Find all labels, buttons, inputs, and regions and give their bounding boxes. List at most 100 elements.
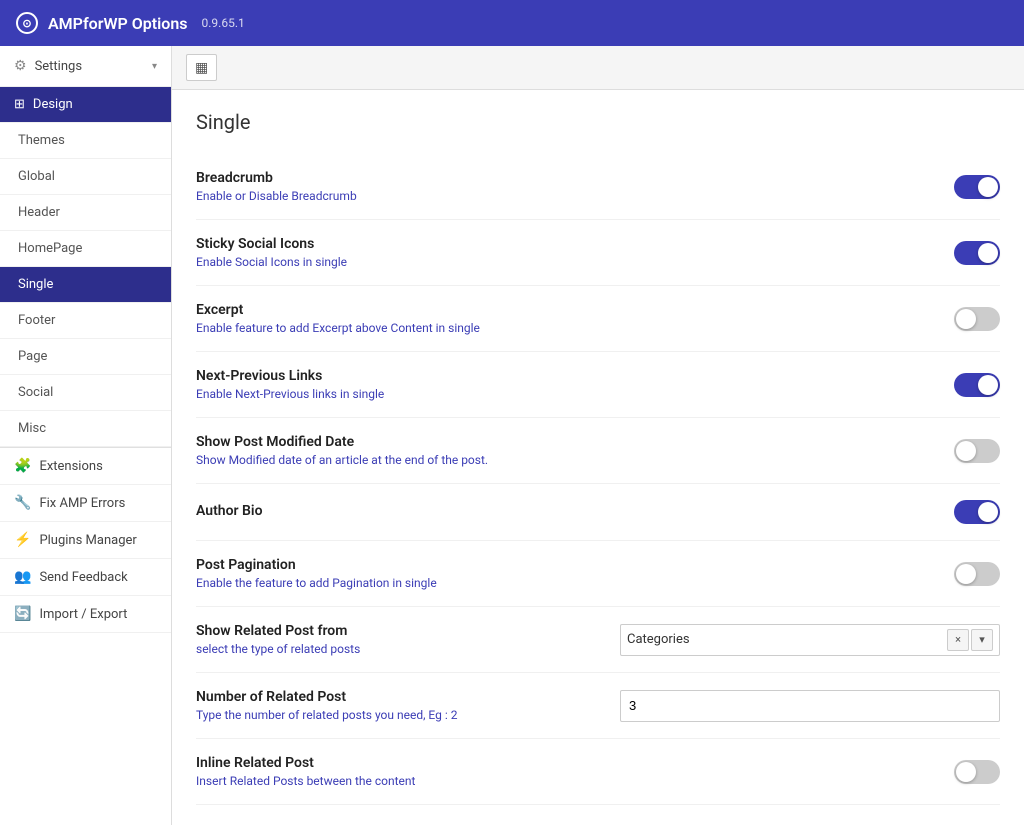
setting-label-post-pagination: Post Pagination <box>196 557 437 573</box>
logo-icon: ⊙ <box>16 12 38 34</box>
toggle-knob-breadcrumb <box>978 177 998 197</box>
setting-info-post-pagination: Post Pagination Enable the feature to add… <box>196 557 437 590</box>
setting-row-show-post-modified-date: Show Post Modified Date Show Modified dat… <box>196 418 1000 484</box>
toggle-excerpt[interactable] <box>954 307 1000 331</box>
sidebar-item-single[interactable]: Single <box>0 267 171 303</box>
setting-control-show-related-post-from[interactable]: Categories×▾ <box>620 624 1000 656</box>
toggle-slider-excerpt[interactable] <box>954 307 1000 331</box>
content-inner: Single BreadcrumbEnable or Disable Bread… <box>172 90 1024 825</box>
sidebar-item-send-feedback[interactable]: 👥Send Feedback <box>0 559 171 596</box>
toggle-knob-show-post-modified-date <box>956 441 976 461</box>
toggle-show-post-modified-date[interactable] <box>954 439 1000 463</box>
select-value-show-related-post-from: Categories <box>627 632 947 647</box>
grid-icon: ▦ <box>195 59 208 75</box>
setting-desc-post-pagination: Enable the feature to add Pagination in … <box>196 576 437 590</box>
grid-view-button[interactable]: ▦ <box>186 54 217 81</box>
sidebar-item-themes[interactable]: Themes <box>0 123 171 159</box>
sidebar-item-page[interactable]: Page <box>0 339 171 375</box>
setting-row-number-of-related-post: Number of Related Post Type the number of… <box>196 673 1000 739</box>
toggle-knob-post-pagination <box>956 564 976 584</box>
setting-desc-excerpt: Enable feature to add Excerpt above Cont… <box>196 321 480 335</box>
content-area: ▦ Single BreadcrumbEnable or Disable Bre… <box>172 46 1024 825</box>
sidebar-settings-header[interactable]: ⚙ Settings ▾ <box>0 46 171 87</box>
setting-control-excerpt[interactable] <box>954 307 1000 331</box>
toggle-slider-show-post-modified-date[interactable] <box>954 439 1000 463</box>
toggle-knob-excerpt <box>956 309 976 329</box>
setting-info-next-previous-links: Next-Previous LinksEnable Next-Previous … <box>196 368 384 401</box>
setting-control-show-post-modified-date[interactable] <box>954 439 1000 463</box>
setting-label-number-of-related-post: Number of Related Post <box>196 689 457 705</box>
number-input-number-of-related-post[interactable] <box>620 690 1000 722</box>
toggle-inline-related-post[interactable] <box>954 760 1000 784</box>
setting-info-author-bio: Author Bio <box>196 503 263 522</box>
toggle-knob-author-bio <box>978 502 998 522</box>
setting-info-breadcrumb: BreadcrumbEnable or Disable Breadcrumb <box>196 170 357 203</box>
toggle-post-pagination[interactable] <box>954 562 1000 586</box>
setting-label-show-related-post-from: Show Related Post from <box>196 623 360 639</box>
sidebar-design-label: Design <box>33 97 73 112</box>
setting-info-show-post-modified-date: Show Post Modified Date Show Modified dat… <box>196 434 488 467</box>
setting-info-inline-related-post: Inline Related PostInsert Related Posts … <box>196 755 415 788</box>
toggle-sticky-social-icons[interactable] <box>954 241 1000 265</box>
settings-icon: ⚙ <box>14 58 27 74</box>
setting-label-next-previous-links: Next-Previous Links <box>196 368 384 384</box>
version-label: 0.9.65.1 <box>202 16 245 30</box>
page-title: Single <box>196 110 1000 134</box>
setting-row-author-bio: Author Bio <box>196 484 1000 541</box>
setting-desc-number-of-related-post: Type the number of related posts you nee… <box>196 708 457 722</box>
setting-row-inline-related-post: Inline Related PostInsert Related Posts … <box>196 739 1000 805</box>
content-toolbar: ▦ <box>172 46 1024 90</box>
select-clear-show-related-post-from[interactable]: × <box>947 629 969 651</box>
toggle-slider-author-bio[interactable] <box>954 500 1000 524</box>
import-export-icon: 🔄 <box>14 606 31 622</box>
setting-row-post-pagination: Post Pagination Enable the feature to add… <box>196 541 1000 607</box>
sidebar-item-homepage[interactable]: HomePage <box>0 231 171 267</box>
design-icon: ⊞ <box>14 97 25 112</box>
toggle-slider-sticky-social-icons[interactable] <box>954 241 1000 265</box>
sidebar-item-header[interactable]: Header <box>0 195 171 231</box>
setting-control-number-of-related-post[interactable] <box>620 690 1000 722</box>
setting-control-author-bio[interactable] <box>954 500 1000 524</box>
toggle-next-previous-links[interactable] <box>954 373 1000 397</box>
sidebar-item-footer[interactable]: Footer <box>0 303 171 339</box>
setting-label-sticky-social-icons: Sticky Social Icons <box>196 236 347 252</box>
setting-control-breadcrumb[interactable] <box>954 175 1000 199</box>
toggle-slider-next-previous-links[interactable] <box>954 373 1000 397</box>
sidebar-item-extensions[interactable]: 🧩Extensions <box>0 448 171 485</box>
setting-label-author-bio: Author Bio <box>196 503 263 519</box>
setting-label-excerpt: Excerpt <box>196 302 480 318</box>
setting-desc-show-post-modified-date: Show Modified date of an article at the … <box>196 453 488 467</box>
toggle-knob-inline-related-post <box>956 762 976 782</box>
sidebar-item-fix-amp-errors[interactable]: 🔧Fix AMP Errors <box>0 485 171 522</box>
toggle-breadcrumb[interactable] <box>954 175 1000 199</box>
toggle-slider-breadcrumb[interactable] <box>954 175 1000 199</box>
sidebar-settings-label: Settings <box>35 59 82 74</box>
setting-control-sticky-social-icons[interactable] <box>954 241 1000 265</box>
setting-desc-breadcrumb: Enable or Disable Breadcrumb <box>196 189 357 203</box>
setting-control-inline-related-post[interactable] <box>954 760 1000 784</box>
main-layout: ⚙ Settings ▾ ⊞ Design ThemesGlobalHeader… <box>0 46 1024 825</box>
send-feedback-icon: 👥 <box>14 569 31 585</box>
setting-row-next-previous-links: Next-Previous LinksEnable Next-Previous … <box>196 352 1000 418</box>
setting-info-show-related-post-from: Show Related Post fromselect the type of… <box>196 623 360 656</box>
sidebar-item-import-export[interactable]: 🔄Import / Export <box>0 596 171 633</box>
sidebar-item-design[interactable]: ⊞ Design <box>0 87 171 123</box>
setting-label-show-post-modified-date: Show Post Modified Date <box>196 434 488 450</box>
toggle-slider-inline-related-post[interactable] <box>954 760 1000 784</box>
setting-desc-sticky-social-icons: Enable Social Icons in single <box>196 255 347 269</box>
select-arrow-show-related-post-from[interactable]: ▾ <box>971 629 993 651</box>
toggle-slider-post-pagination[interactable] <box>954 562 1000 586</box>
sidebar-item-global[interactable]: Global <box>0 159 171 195</box>
sidebar: ⚙ Settings ▾ ⊞ Design ThemesGlobalHeader… <box>0 46 172 825</box>
setting-control-next-previous-links[interactable] <box>954 373 1000 397</box>
select-show-related-post-from[interactable]: Categories×▾ <box>620 624 1000 656</box>
sidebar-item-plugins-manager[interactable]: ⚡Plugins Manager <box>0 522 171 559</box>
setting-info-excerpt: Excerpt Enable feature to add Excerpt abo… <box>196 302 480 335</box>
setting-row-breadcrumb: BreadcrumbEnable or Disable Breadcrumb <box>196 154 1000 220</box>
setting-row-sticky-social-icons: Sticky Social Icons Enable Social Icons i… <box>196 220 1000 286</box>
sidebar-item-social[interactable]: Social <box>0 375 171 411</box>
setting-row-excerpt: Excerpt Enable feature to add Excerpt abo… <box>196 286 1000 352</box>
sidebar-item-misc[interactable]: Misc <box>0 411 171 447</box>
setting-control-post-pagination[interactable] <box>954 562 1000 586</box>
toggle-author-bio[interactable] <box>954 500 1000 524</box>
